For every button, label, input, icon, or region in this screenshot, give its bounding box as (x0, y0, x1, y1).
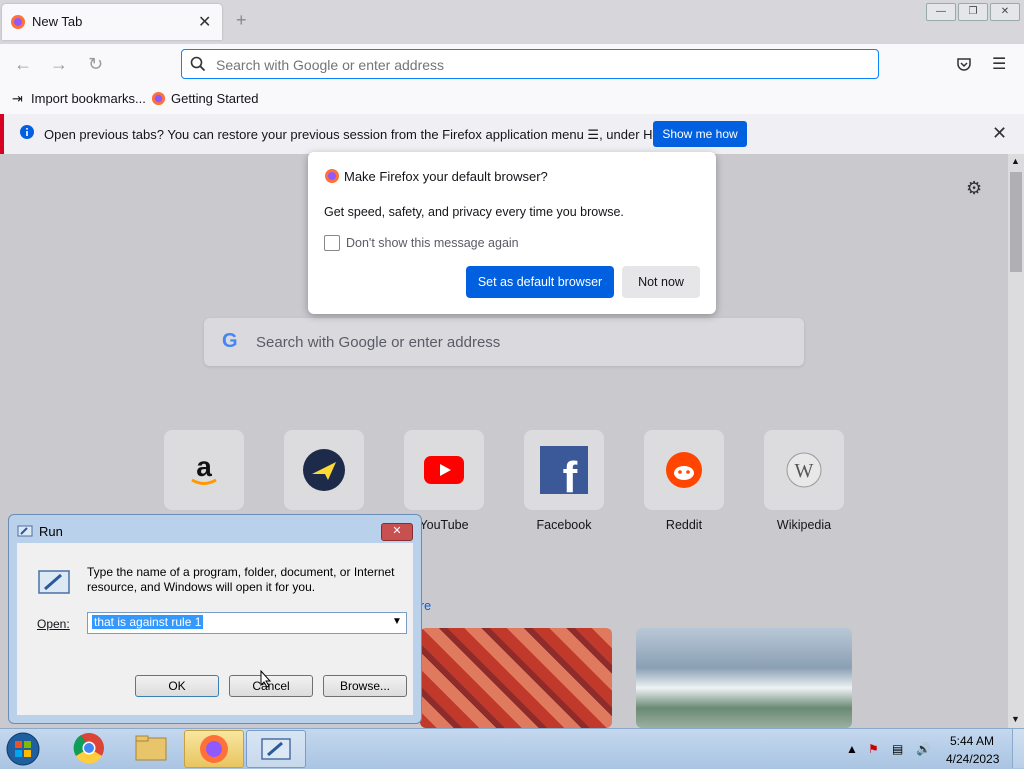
open-combobox[interactable]: that is against rule 1 ▼ (87, 612, 407, 634)
dialog-title: Make Firefox your default browser? (344, 169, 548, 184)
volume-icon[interactable]: 🔊 (916, 742, 931, 756)
clock-time[interactable]: 5:44 AM (950, 734, 994, 748)
reload-icon[interactable]: ↻ (88, 54, 103, 75)
action-center-icon[interactable]: ⚑ (868, 742, 879, 756)
run-body: Type the name of a program, folder, docu… (17, 543, 413, 715)
info-icon (20, 125, 34, 139)
search-icon (190, 56, 206, 72)
run-icon (261, 738, 291, 760)
firefox-icon (151, 91, 166, 106)
run-title: Run (39, 524, 63, 539)
mouse-cursor-icon (260, 670, 272, 688)
notification-close-icon[interactable]: ✕ (992, 123, 1007, 144)
new-tab-button[interactable]: + (236, 10, 247, 31)
newtab-search-box[interactable]: G Search with Google or enter address (204, 318, 804, 366)
default-browser-dialog: Make Firefox your default browser? Get s… (308, 152, 716, 314)
bookmark-getting-started[interactable]: Getting Started (171, 91, 258, 106)
network-icon[interactable]: ▤ (892, 742, 903, 756)
set-default-button[interactable]: Set as default browser (466, 266, 614, 298)
shortcut-label: Reddit (665, 518, 703, 532)
shortcut-expedia[interactable] (284, 430, 364, 510)
run-program-icon (38, 570, 70, 594)
story-image-landscape[interactable] (636, 628, 852, 728)
shortcut-reddit[interactable] (644, 430, 724, 510)
menu-icon[interactable]: ☰ (992, 54, 1006, 74)
back-arrow-icon[interactable]: ← (14, 54, 32, 75)
shortcut-label: Facebook (536, 518, 592, 532)
run-description: Type the name of a program, folder, docu… (87, 565, 395, 594)
clock-date[interactable]: 4/24/2023 (946, 752, 999, 766)
reddit-icon (666, 452, 702, 488)
shortcut-amazon[interactable]: a (164, 430, 244, 510)
scrollbar-thumb[interactable] (1010, 172, 1022, 272)
firefox-icon (200, 735, 228, 763)
taskbar-firefox[interactable] (184, 730, 244, 768)
run-icon (17, 525, 33, 537)
taskbar-explorer[interactable] (122, 730, 180, 766)
firefox-icon (325, 169, 339, 183)
dont-show-checkbox[interactable] (324, 235, 340, 251)
tab-new-tab[interactable]: New Tab ✕ (2, 4, 222, 40)
bookmark-import[interactable]: Import bookmarks... (31, 91, 146, 106)
dont-show-label[interactable]: Don't show this message again (346, 236, 519, 250)
chrome-icon (73, 733, 104, 764)
show-me-how-button[interactable]: Show me how (653, 121, 747, 147)
taskbar-chrome[interactable] (60, 730, 118, 766)
show-desktop-button[interactable] (1012, 729, 1024, 768)
run-close-button[interactable]: ✕ (381, 523, 413, 541)
not-now-button[interactable]: Not now (622, 266, 700, 298)
pocket-icon[interactable] (956, 56, 972, 72)
url-bar[interactable] (181, 49, 879, 79)
open-value[interactable]: that is against rule 1 (92, 615, 204, 629)
svg-text:W: W (795, 460, 814, 482)
notification-text: Open previous tabs? You can restore your… (44, 127, 687, 142)
tab-close-icon[interactable]: ✕ (198, 12, 211, 32)
ok-button[interactable]: OK (135, 675, 219, 697)
firefox-icon (11, 15, 25, 29)
svg-text:a: a (196, 452, 212, 482)
expedia-icon (303, 449, 345, 491)
shortcut-facebook[interactable]: f (524, 430, 604, 510)
taskbar-run[interactable] (246, 730, 306, 768)
dialog-body: Get speed, safety, and privacy every tim… (324, 205, 624, 219)
chevron-down-icon[interactable]: ▼ (392, 616, 402, 627)
minimize-button[interactable]: — (926, 3, 956, 21)
run-dialog: Run ✕ Type the name of a program, folder… (8, 514, 422, 724)
scroll-up-icon[interactable]: ▲ (1011, 156, 1020, 166)
shortcut-wikipedia[interactable]: W (764, 430, 844, 510)
browse-button[interactable]: Browse... (323, 675, 407, 697)
shortcut-label: Wikipedia (776, 518, 832, 532)
restore-button[interactable]: ❐ (958, 3, 988, 21)
google-logo-icon: G (222, 330, 238, 352)
forward-arrow-icon[interactable]: → (50, 54, 68, 75)
start-button[interactable] (4, 731, 42, 767)
gear-icon[interactable]: ⚙ (966, 178, 982, 199)
scroll-down-icon[interactable]: ▼ (1011, 714, 1020, 724)
show-hidden-icons-icon[interactable]: ▲ (846, 742, 858, 756)
wikipedia-icon: W (786, 452, 822, 488)
shortcut-youtube[interactable] (404, 430, 484, 510)
window-close-button[interactable]: ✕ (990, 3, 1020, 21)
svg-text:f: f (563, 453, 578, 494)
import-icon: ⇥ (12, 91, 23, 106)
url-input[interactable] (214, 54, 858, 76)
story-image-meat[interactable] (420, 628, 612, 728)
tab-title: New Tab (32, 14, 83, 29)
newtab-search-placeholder: Search with Google or enter address (256, 334, 501, 351)
folder-icon (135, 735, 167, 761)
open-label: Open: (37, 617, 70, 631)
facebook-icon: f (540, 446, 588, 494)
youtube-icon (424, 456, 464, 484)
amazon-icon: a (191, 452, 217, 485)
